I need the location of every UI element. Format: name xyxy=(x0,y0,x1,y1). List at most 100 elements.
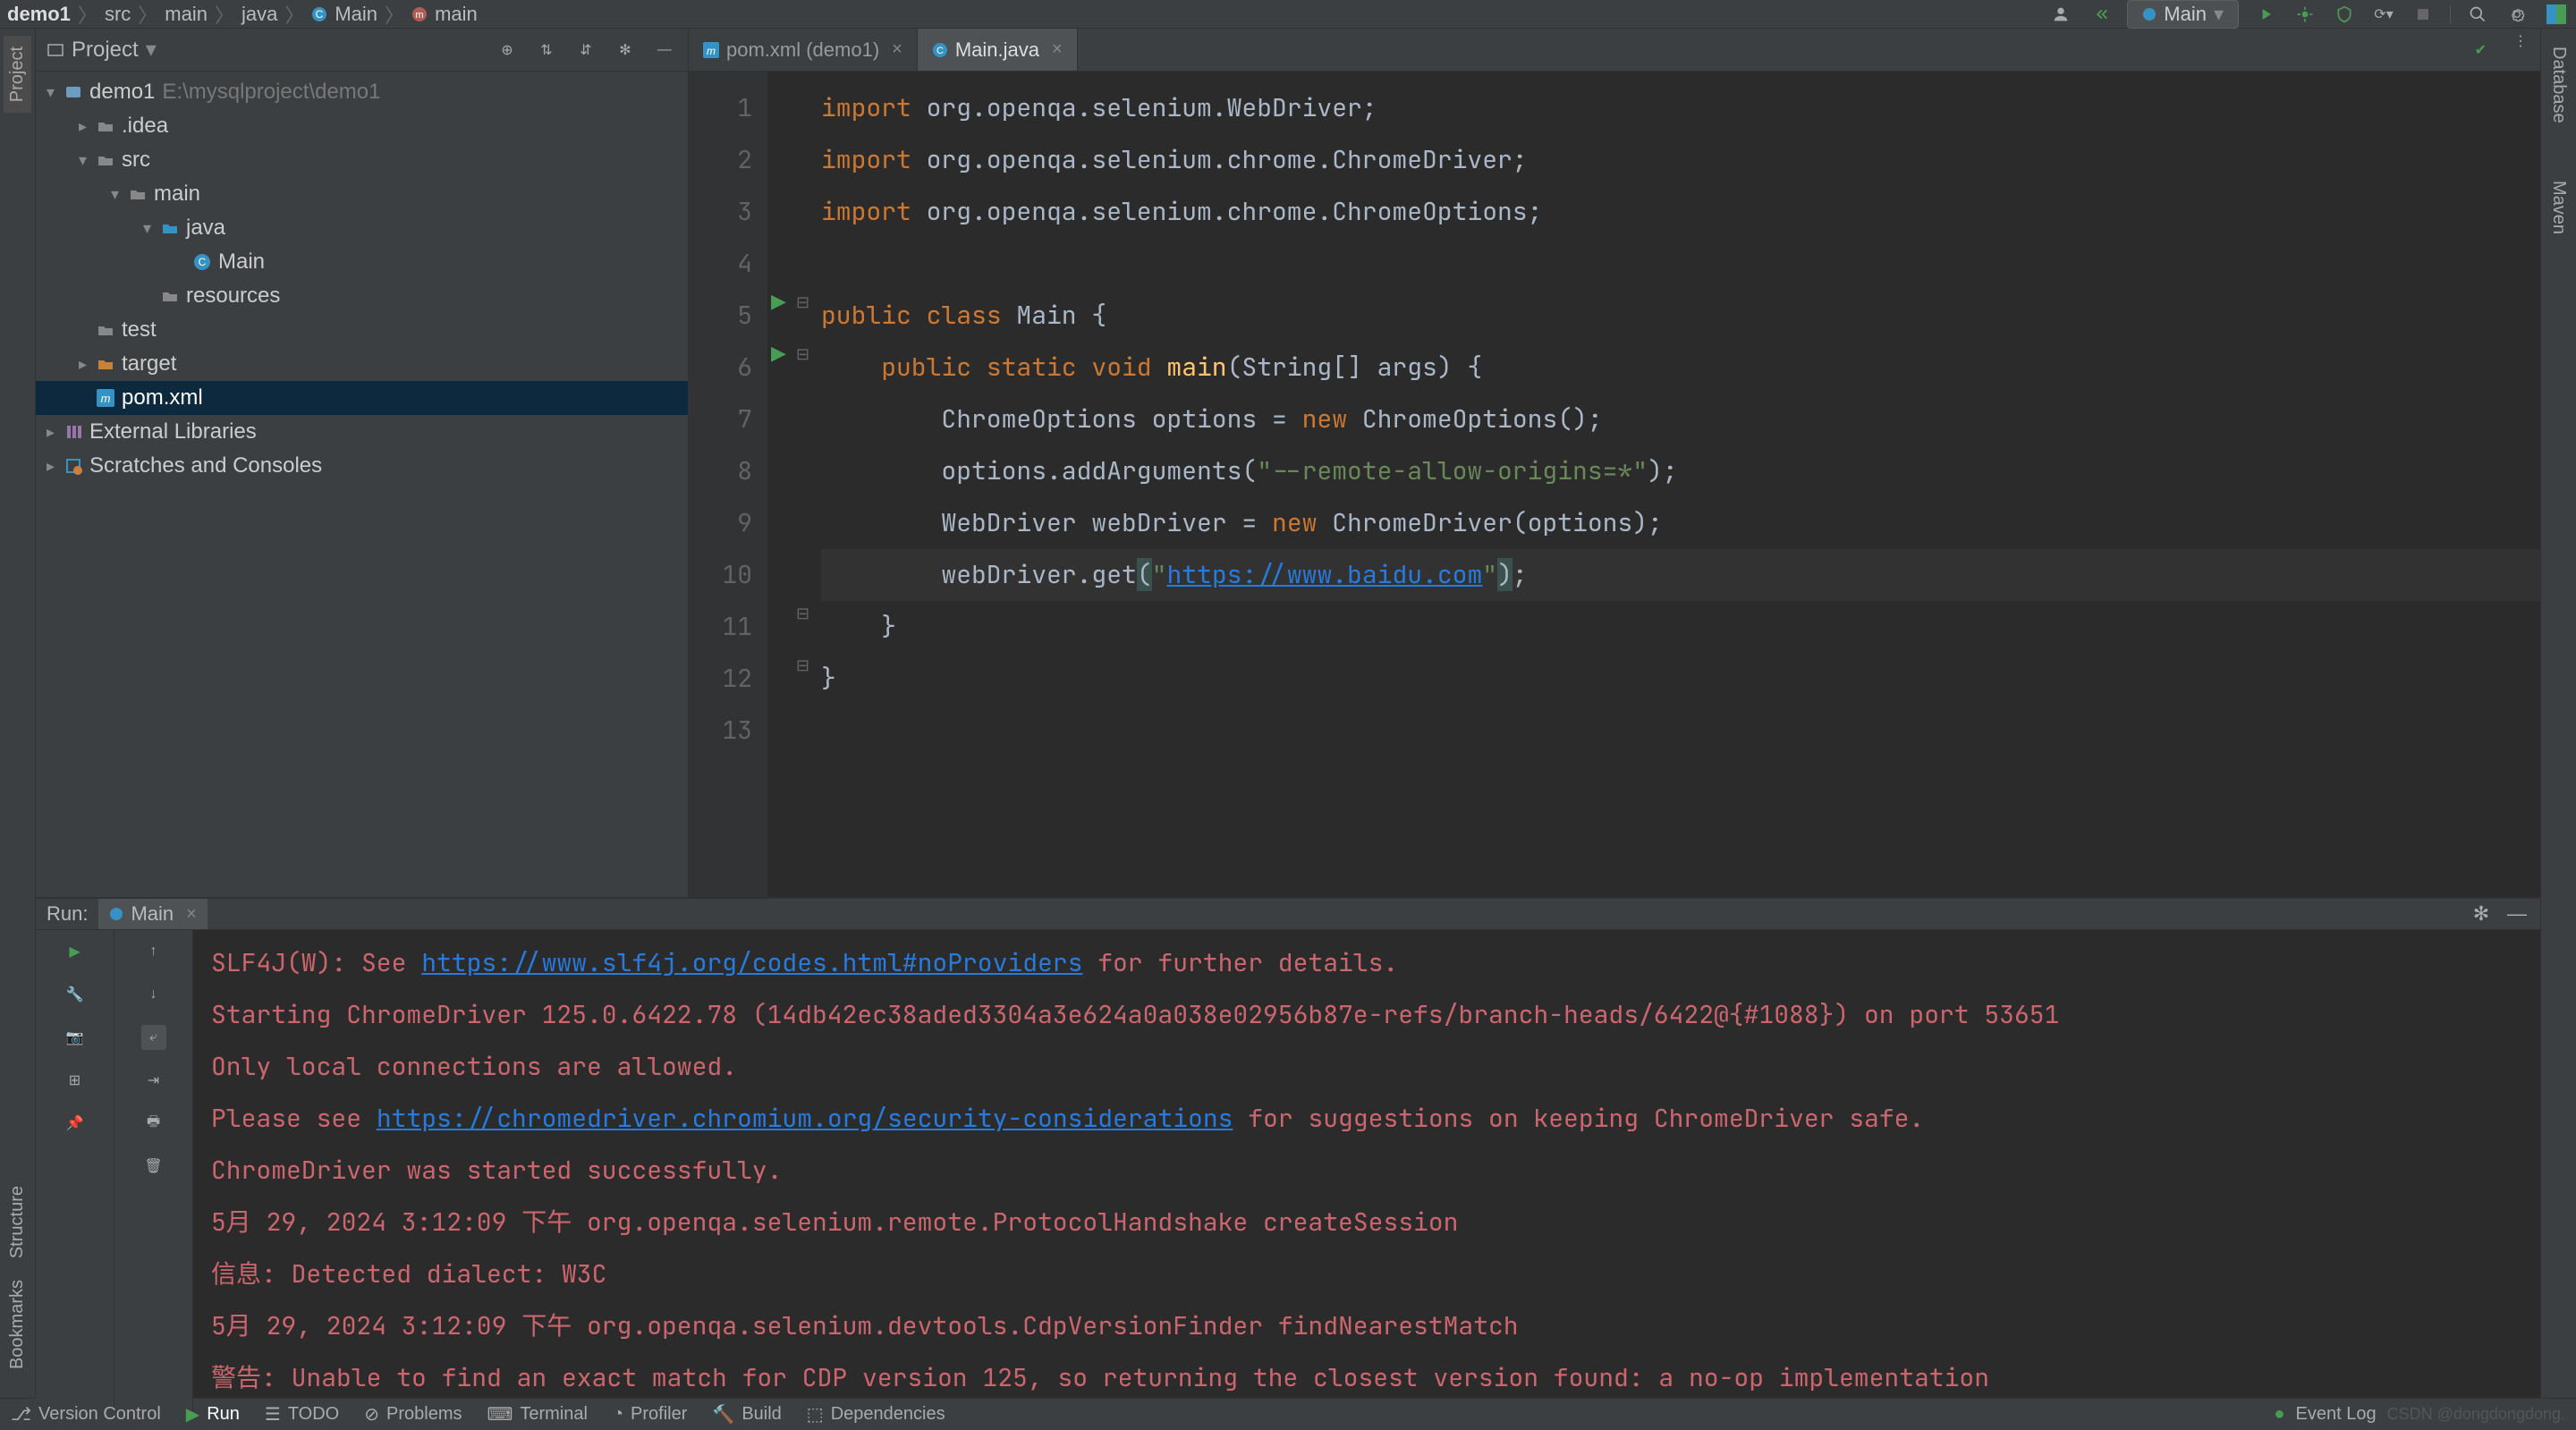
todo-tab[interactable]: ☰TODO xyxy=(265,1403,339,1426)
panel-settings-icon[interactable]: ✻ xyxy=(613,38,638,63)
run-icon[interactable] xyxy=(2253,2,2278,27)
hide-panel-icon[interactable]: — xyxy=(652,38,677,63)
tree-row[interactable]: CMain xyxy=(36,245,688,279)
inspection-status-icon[interactable]: ✔ xyxy=(2461,29,2501,71)
user-icon[interactable] xyxy=(2048,2,2073,27)
run-tab[interactable]: Main × xyxy=(98,899,207,929)
tree-row[interactable]: ▾java xyxy=(36,211,688,245)
build-icon[interactable] xyxy=(2088,2,2113,27)
event-log-button[interactable]: Event Log xyxy=(2296,1404,2377,1425)
breadcrumb-item[interactable]: src xyxy=(105,3,131,26)
breadcrumb-item[interactable]: main xyxy=(165,3,208,26)
editor-tabs: mpom.xml (demo1)×CMain.java× ✔ ⋮ xyxy=(689,29,2540,72)
problems-tab[interactable]: ⊘Problems xyxy=(364,1403,462,1426)
run-tab[interactable]: ▶Run xyxy=(186,1403,240,1426)
breadcrumb-item[interactable]: Main xyxy=(335,3,377,26)
bookmarks-tool-tab[interactable]: Bookmarks xyxy=(4,1269,31,1380)
code-line[interactable]: webDriver.get("https://www.baidu.com"); xyxy=(821,549,2540,601)
run-settings-icon[interactable]: ✻ xyxy=(2469,901,2494,927)
version-control-tab[interactable]: ⎇Version Control xyxy=(11,1403,161,1426)
code-line[interactable]: WebDriver webDriver = new ChromeDriver(o… xyxy=(821,497,2540,549)
tree-row[interactable]: ▾src xyxy=(36,143,688,177)
close-icon[interactable]: × xyxy=(186,904,197,925)
close-icon[interactable]: × xyxy=(892,39,902,60)
select-opened-icon[interactable]: ⊕ xyxy=(495,38,520,63)
layout-icon[interactable]: ⊞ xyxy=(63,1068,88,1093)
dropdown-icon[interactable]: ▾ xyxy=(146,37,157,63)
code-line[interactable]: public class Main { xyxy=(821,290,2540,342)
soft-wrap-icon[interactable]: ⤶ xyxy=(141,1025,166,1050)
code-line[interactable]: import org.openqa.selenium.WebDriver; xyxy=(821,82,2540,134)
maven-tool-tab[interactable]: Maven xyxy=(2545,170,2572,245)
project-tree[interactable]: ▾demo1E:\mysqlproject\demo1▸.idea▾src▾ma… xyxy=(36,72,688,897)
rerun-icon[interactable]: ▶ xyxy=(63,939,88,964)
dependencies-tab[interactable]: ⬚Dependencies xyxy=(807,1403,945,1426)
code-line[interactable] xyxy=(821,238,2540,290)
run-line-marker[interactable]: ▶ xyxy=(771,290,786,313)
code-line[interactable]: options.addArguments("--remote-allow-ori… xyxy=(821,445,2540,497)
tree-row[interactable]: ▸Scratches and Consoles xyxy=(36,449,688,483)
tree-row[interactable]: ▾main xyxy=(36,177,688,211)
scroll-end-icon[interactable]: ⇥ xyxy=(141,1068,166,1093)
clear-icon[interactable]: 🗑 xyxy=(141,1154,166,1179)
run-config-label: Main xyxy=(2164,3,2207,26)
down-icon[interactable]: ↓ xyxy=(141,982,166,1007)
up-icon[interactable]: ↑ xyxy=(141,939,166,964)
editor-more-icon[interactable]: ⋮ xyxy=(2508,29,2533,54)
console-output[interactable]: SLF4J(W): See https://www.slf4j.org/code… xyxy=(193,930,2540,1411)
breadcrumb-item[interactable]: java xyxy=(242,3,277,26)
fold-marker[interactable]: ⊟ xyxy=(796,345,809,364)
profiler-tab[interactable]: ◔Profiler xyxy=(613,1404,687,1425)
dump-icon[interactable]: 📷 xyxy=(63,1025,88,1050)
print-icon[interactable]: 🖶 xyxy=(141,1111,166,1136)
structure-tool-tab[interactable]: Structure xyxy=(4,1175,31,1269)
tree-row[interactable]: ▸External Libraries xyxy=(36,415,688,449)
run-line-marker[interactable]: ▶ xyxy=(771,342,786,365)
coverage-icon[interactable] xyxy=(2332,2,2357,27)
svg-text:m: m xyxy=(415,10,423,21)
code-line[interactable]: } xyxy=(821,601,2540,653)
editor-tab[interactable]: mpom.xml (demo1)× xyxy=(689,29,918,71)
class-icon: C xyxy=(193,253,218,271)
code-editor[interactable]: 12345678910111213 ▶▶ ⊟⊟⊟⊟ import org.ope… xyxy=(689,72,2540,897)
code-content[interactable]: import org.openqa.selenium.WebDriver;imp… xyxy=(767,72,2540,897)
build-tab[interactable]: 🔨Build xyxy=(712,1403,781,1426)
database-tool-tab[interactable]: Database xyxy=(2545,36,2572,134)
stop-icon[interactable] xyxy=(2411,2,2436,27)
fold-marker[interactable]: ⊟ xyxy=(796,656,809,675)
run-tab-label: Main xyxy=(131,902,174,926)
editor-tab[interactable]: CMain.java× xyxy=(918,29,1078,71)
stop-icon[interactable]: 🔧 xyxy=(63,982,88,1007)
code-line[interactable]: ChromeOptions options = new ChromeOption… xyxy=(821,393,2540,445)
lib-icon xyxy=(64,423,89,441)
collapse-all-icon[interactable]: ⇵ xyxy=(573,38,598,63)
tree-row[interactable]: test xyxy=(36,313,688,347)
ide-icon[interactable] xyxy=(2544,2,2569,27)
module-icon xyxy=(64,83,89,101)
code-line[interactable] xyxy=(821,705,2540,757)
tree-row[interactable]: resources xyxy=(36,279,688,313)
hide-run-icon[interactable]: — xyxy=(2504,901,2529,927)
breadcrumb-root[interactable]: demo1 xyxy=(7,3,71,26)
expand-all-icon[interactable]: ⇅ xyxy=(534,38,559,63)
fold-marker[interactable]: ⊟ xyxy=(796,293,809,312)
debug-icon[interactable] xyxy=(2292,2,2318,27)
code-line[interactable]: public static void main(String[] args) { xyxy=(821,342,2540,393)
profiler-icon[interactable]: ⟳▾ xyxy=(2371,2,2396,27)
pin-icon[interactable]: 📌 xyxy=(63,1111,88,1136)
breadcrumb-item[interactable]: main xyxy=(435,3,478,26)
search-icon[interactable] xyxy=(2465,2,2490,27)
code-line[interactable]: } xyxy=(821,653,2540,705)
run-configuration-selector[interactable]: Main ▾ xyxy=(2127,0,2239,29)
code-line[interactable]: import org.openqa.selenium.chrome.Chrome… xyxy=(821,186,2540,238)
terminal-tab[interactable]: ⌨Terminal xyxy=(487,1403,588,1426)
fold-marker[interactable]: ⊟ xyxy=(796,605,809,623)
project-tool-tab[interactable]: Project xyxy=(4,36,31,113)
tree-row[interactable]: mpom.xml xyxy=(36,381,688,415)
tree-row[interactable]: ▾demo1E:\mysqlproject\demo1 xyxy=(36,75,688,109)
code-line[interactable]: import org.openqa.selenium.chrome.Chrome… xyxy=(821,134,2540,186)
tree-row[interactable]: ▸.idea xyxy=(36,109,688,143)
tree-row[interactable]: ▸target xyxy=(36,347,688,381)
close-icon[interactable]: × xyxy=(1052,39,1063,60)
settings-icon[interactable] xyxy=(2504,2,2529,27)
